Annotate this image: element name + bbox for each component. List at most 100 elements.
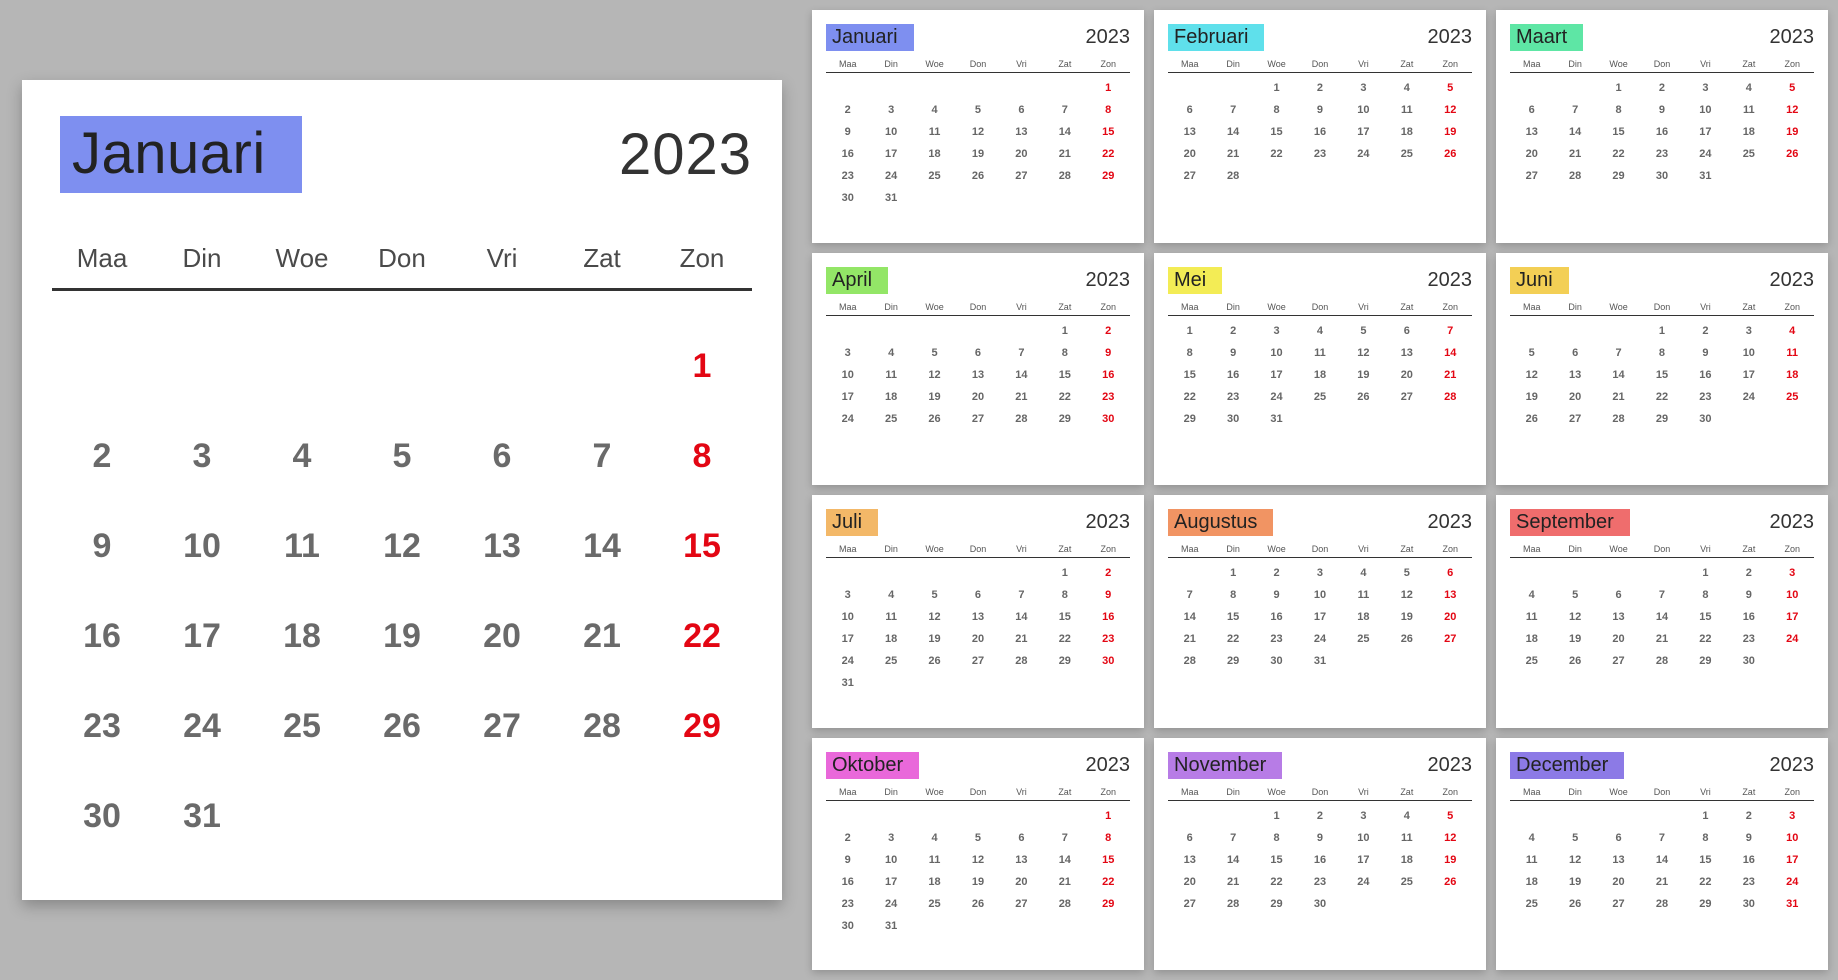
month-day-cell: 4 — [869, 342, 912, 364]
month-day-cell — [1168, 805, 1211, 827]
month-day-cell: 6 — [1597, 827, 1640, 849]
month-day-cell: 25 — [1385, 143, 1428, 165]
month-day-cell: 27 — [1429, 628, 1472, 650]
month-day-cell: 23 — [826, 893, 869, 915]
featured-day-cell — [352, 321, 452, 411]
month-day-cell: 18 — [913, 143, 956, 165]
month-header: September2023 — [1510, 509, 1814, 536]
featured-dow: Zon — [652, 243, 752, 288]
featured-day-cell: 17 — [152, 591, 252, 681]
month-name: Juli — [826, 509, 878, 536]
month-dow: Maa — [1510, 544, 1553, 554]
month-day-cell — [1000, 77, 1043, 99]
month-day-cell: 30 — [1298, 893, 1341, 915]
month-week-row: 123 — [1510, 805, 1814, 827]
month-dow-row: MaaDinWoeDonVriZatZon — [826, 302, 1130, 316]
month-dow: Vri — [1684, 787, 1727, 797]
featured-dow: Don — [352, 243, 452, 288]
month-day-cell — [1553, 320, 1596, 342]
month-header: Februari2023 — [1168, 24, 1472, 51]
month-day-cell: 26 — [1429, 871, 1472, 893]
month-day-cell: 4 — [1510, 584, 1553, 606]
month-dow: Zon — [1429, 544, 1472, 554]
month-day-cell: 12 — [1342, 342, 1385, 364]
month-day-cell — [1597, 562, 1640, 584]
month-day-cell: 11 — [1771, 342, 1814, 364]
month-name: November — [1168, 752, 1282, 779]
month-day-cell: 30 — [1727, 650, 1770, 672]
month-dow: Din — [1553, 787, 1596, 797]
month-week-row: 6789101112 — [1510, 99, 1814, 121]
month-day-cell: 6 — [1168, 827, 1211, 849]
featured-dow: Vri — [452, 243, 552, 288]
month-week-row: 21222324252627 — [1168, 628, 1472, 650]
month-day-cell: 30 — [1684, 408, 1727, 430]
month-day-cell: 10 — [869, 849, 912, 871]
month-day-cell: 19 — [1342, 364, 1385, 386]
month-day-cell — [826, 320, 869, 342]
month-dow: Din — [1211, 302, 1254, 312]
month-day-cell: 1 — [1597, 77, 1640, 99]
month-dow: Maa — [1168, 544, 1211, 554]
month-dow: Woe — [1597, 302, 1640, 312]
month-day-cell: 5 — [1429, 805, 1472, 827]
month-day-cell — [869, 562, 912, 584]
month-week-row: 3456789 — [826, 584, 1130, 606]
month-day-cell: 20 — [1000, 871, 1043, 893]
month-day-cell — [1640, 562, 1683, 584]
month-day-cell: 9 — [1255, 584, 1298, 606]
month-dow: Vri — [1684, 544, 1727, 554]
month-day-cell: 14 — [1211, 121, 1254, 143]
featured-week-row: 16171819202122 — [52, 591, 752, 681]
month-day-cell: 22 — [1087, 143, 1130, 165]
month-day-cell — [1043, 672, 1086, 694]
month-dow-row: MaaDinWoeDonVriZatZon — [1168, 787, 1472, 801]
month-day-cell — [913, 320, 956, 342]
month-dow: Woe — [1597, 59, 1640, 69]
month-day-cell: 13 — [1000, 849, 1043, 871]
featured-week-row: 23242526272829 — [52, 681, 752, 771]
month-day-cell: 16 — [1727, 606, 1770, 628]
month-day-cell: 17 — [869, 871, 912, 893]
month-dow: Din — [869, 544, 912, 554]
month-day-cell: 18 — [1385, 121, 1428, 143]
month-day-cell: 14 — [1640, 849, 1683, 871]
month-dow: Don — [956, 302, 999, 312]
month-week-row: 20212223242526 — [1168, 871, 1472, 893]
month-day-cell: 27 — [1000, 165, 1043, 187]
featured-day-cell: 15 — [652, 501, 752, 591]
month-day-cell: 13 — [1597, 849, 1640, 871]
month-day-cell — [1000, 562, 1043, 584]
month-day-cell: 23 — [1255, 628, 1298, 650]
month-day-cell: 14 — [1429, 342, 1472, 364]
month-day-cell: 3 — [1771, 562, 1814, 584]
month-day-cell — [956, 672, 999, 694]
month-day-cell: 2 — [1640, 77, 1683, 99]
month-week-row: 16171819202122 — [826, 143, 1130, 165]
month-dow: Don — [1640, 302, 1683, 312]
month-day-cell: 4 — [1727, 77, 1770, 99]
month-week-row: 1 — [826, 77, 1130, 99]
month-day-cell: 15 — [1168, 364, 1211, 386]
month-day-cell: 16 — [1087, 364, 1130, 386]
month-dow: Zat — [1385, 59, 1428, 69]
month-day-cell — [1771, 408, 1814, 430]
month-day-cell: 31 — [1298, 650, 1341, 672]
month-day-cell: 30 — [1087, 408, 1130, 430]
month-dow: Vri — [1000, 302, 1043, 312]
month-day-cell: 7 — [1553, 99, 1596, 121]
featured-week-row: 2345678 — [52, 411, 752, 501]
month-day-cell — [1429, 893, 1472, 915]
month-day-cell: 10 — [826, 606, 869, 628]
month-dow-row: MaaDinWoeDonVriZatZon — [1168, 59, 1472, 73]
month-day-cell: 26 — [913, 408, 956, 430]
month-day-cell: 6 — [956, 342, 999, 364]
month-week-row: 6789101112 — [1168, 99, 1472, 121]
month-day-cell — [1298, 165, 1341, 187]
month-day-cell — [826, 562, 869, 584]
featured-day-cell: 29 — [652, 681, 752, 771]
month-day-cell: 7 — [1640, 827, 1683, 849]
month-day-cell: 13 — [1168, 849, 1211, 871]
month-day-cell — [1000, 672, 1043, 694]
month-day-cell: 16 — [826, 143, 869, 165]
